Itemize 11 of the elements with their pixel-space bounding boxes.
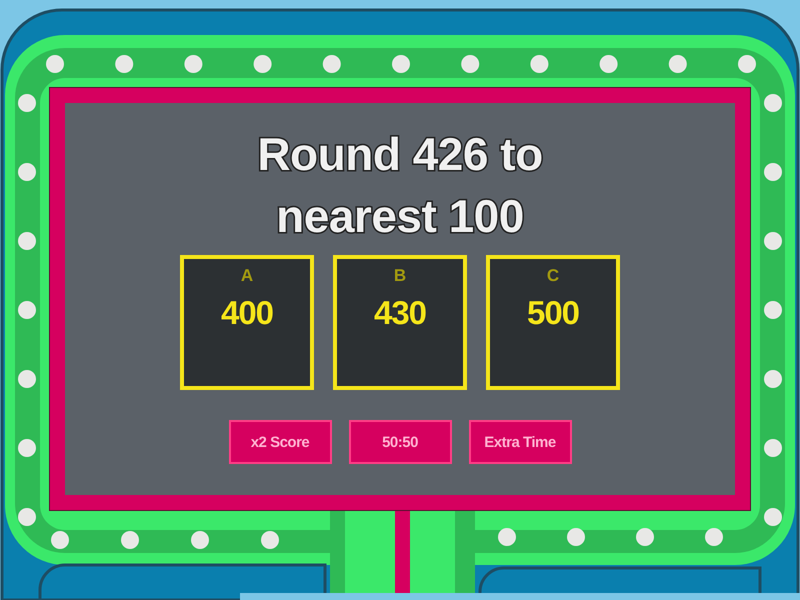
answer-value: 400 xyxy=(220,294,274,332)
answer-letter: B xyxy=(394,266,406,286)
answer-card[interactable]: C 500 xyxy=(486,255,620,390)
answer-letter: C xyxy=(546,266,560,286)
question-text: nearest 100 xyxy=(276,189,524,244)
answer-value: 430 xyxy=(374,294,426,332)
answer-card[interactable]: A 400 xyxy=(180,255,314,390)
question-text: Round 426 to xyxy=(257,127,543,182)
answer-value: 500 xyxy=(526,294,580,332)
answer-letter: A xyxy=(240,266,254,286)
answer-card[interactable]: B 430 xyxy=(333,255,467,390)
